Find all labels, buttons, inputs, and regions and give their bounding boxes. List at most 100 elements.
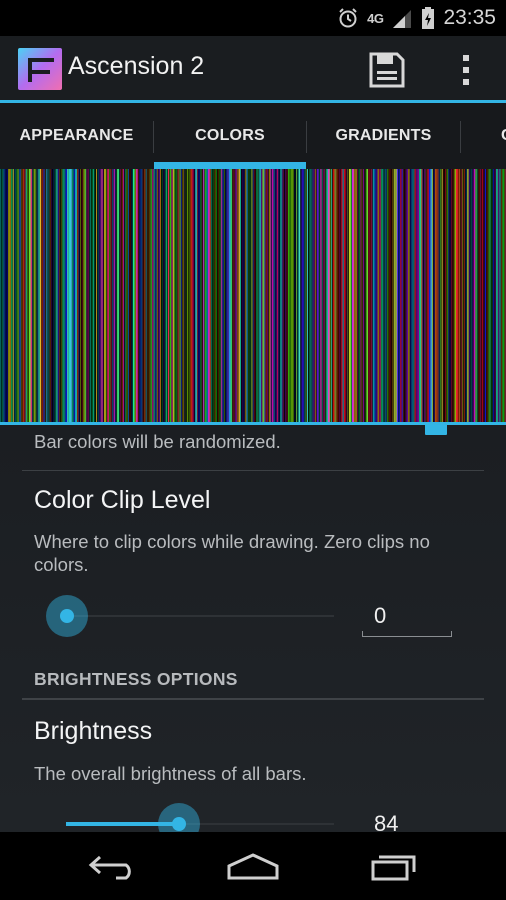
visualizer-bar — [246, 169, 248, 422]
save-icon[interactable] — [367, 50, 407, 90]
visualizer-bar — [49, 169, 51, 422]
visualizer-bar — [150, 169, 152, 422]
visualizer-bar — [491, 169, 493, 422]
color-clip-value[interactable]: 0 — [374, 603, 386, 629]
visualizer-bar — [267, 169, 269, 422]
recents-icon[interactable] — [370, 852, 420, 882]
visualizer-bar — [248, 169, 250, 422]
visualizer-bar — [131, 169, 133, 422]
visualizer-bar — [372, 169, 375, 422]
visualizer-bar — [219, 169, 221, 422]
visualizer-bar — [107, 169, 109, 422]
visualizer-bar — [272, 169, 274, 422]
random-colors-summary: Bar colors will be randomized. — [34, 431, 281, 452]
visualizer-bar — [260, 169, 263, 422]
visualizer-bar — [145, 169, 147, 422]
visualizer-bar — [144, 169, 146, 422]
app-title: Ascension 2 — [68, 52, 205, 80]
brightness-value[interactable]: 84 — [374, 811, 398, 832]
visualizer-bar — [84, 169, 87, 422]
visualizer-bar — [504, 169, 506, 422]
tab-partial[interactable]: C — [461, 103, 506, 169]
visualizer-bar — [243, 169, 245, 422]
visualizer-bar — [417, 169, 419, 422]
visualizer-bar — [284, 169, 286, 422]
visualizer-bar — [382, 169, 384, 422]
visualizer-bar — [273, 169, 275, 422]
tab-gradients[interactable]: GRADIENTS — [307, 103, 460, 169]
visualizer-bar — [152, 169, 154, 422]
visualizer-bar — [46, 169, 48, 422]
visualizer-bar — [89, 169, 92, 422]
brightness-summary: The overall brightness of all bars. — [34, 763, 307, 784]
visualizer-bar — [168, 169, 170, 422]
visualizer-bar — [332, 169, 335, 422]
visualizer-bar — [251, 169, 253, 422]
visualizer-bar — [299, 169, 301, 422]
tab-colors[interactable]: COLORS — [154, 103, 306, 169]
visualizer-bar — [208, 169, 210, 422]
visualizer-bar — [404, 169, 406, 422]
color-clip-slider-thumb[interactable] — [46, 595, 88, 637]
visualizer-bar — [336, 169, 338, 422]
visualizer-bar — [403, 169, 405, 422]
home-icon[interactable] — [226, 852, 280, 882]
visualizer-bar — [265, 169, 267, 422]
back-icon[interactable] — [86, 852, 138, 880]
visualizer-bar — [96, 169, 97, 422]
visualizer-bar — [102, 169, 104, 422]
app-logo-icon[interactable] — [18, 48, 62, 90]
visualizer-bar — [99, 169, 101, 422]
visualizer-bar — [476, 169, 479, 422]
network-type: 4G — [367, 10, 384, 26]
tab-appearance[interactable]: APPEARANCE — [0, 103, 153, 169]
visualizer-bar — [366, 169, 368, 422]
visualizer-bar — [105, 169, 107, 422]
visualizer-bar — [363, 169, 365, 422]
visualizer-bar — [115, 169, 117, 422]
visualizer-bar — [401, 169, 404, 422]
brightness-slider-thumb[interactable] — [158, 803, 200, 832]
tab-strip: APPEARANCE COLORS GRADIENTS C — [0, 103, 506, 169]
visualizer-bar — [230, 169, 233, 422]
visualizer-bar — [179, 169, 181, 422]
visualizer-bar — [38, 169, 40, 422]
visualizer-bar — [347, 169, 348, 422]
visualizer-bar — [329, 169, 331, 422]
visualizer-bar — [112, 169, 114, 422]
visualizer-bar — [126, 169, 128, 422]
overflow-menu-icon[interactable] — [446, 50, 486, 90]
visualizer-bar — [196, 169, 198, 422]
visualizer-bar — [374, 169, 377, 422]
visualizer-bar — [232, 169, 234, 422]
visualizer-bar — [48, 169, 50, 422]
visualizer-bar — [286, 169, 288, 422]
selected-tab-indicator — [154, 162, 306, 169]
visualizer-bar — [480, 169, 481, 422]
visualizer-bar — [321, 169, 323, 422]
visualizer-bar — [236, 169, 238, 422]
visualizer-bar — [32, 169, 34, 422]
visualizer-bar — [187, 169, 189, 422]
visualizer-bar — [24, 169, 26, 422]
visualizer-bar — [142, 169, 144, 422]
visualizer-bar — [108, 169, 111, 422]
action-bar: Ascension 2 — [0, 36, 506, 100]
visualizer-bar — [59, 169, 61, 422]
color-clip-slider-track[interactable] — [66, 615, 334, 617]
visualizer-bar — [113, 169, 116, 422]
visualizer-bar — [305, 169, 307, 422]
alarm-icon — [339, 8, 357, 28]
visualizer-bar — [86, 169, 88, 422]
signal-icon — [393, 10, 412, 28]
visualizer-bar — [124, 169, 126, 422]
random-colors-checkbox[interactable] — [425, 425, 447, 435]
visualizer-bar — [406, 169, 408, 422]
visualizer-bar — [256, 169, 258, 422]
visualizer-bar — [216, 169, 217, 422]
visualizer-bar — [209, 169, 211, 422]
visualizer-bar — [464, 169, 465, 422]
visualizer-bar — [81, 169, 83, 422]
visualizer-bar — [80, 169, 81, 422]
category-divider — [22, 698, 484, 700]
